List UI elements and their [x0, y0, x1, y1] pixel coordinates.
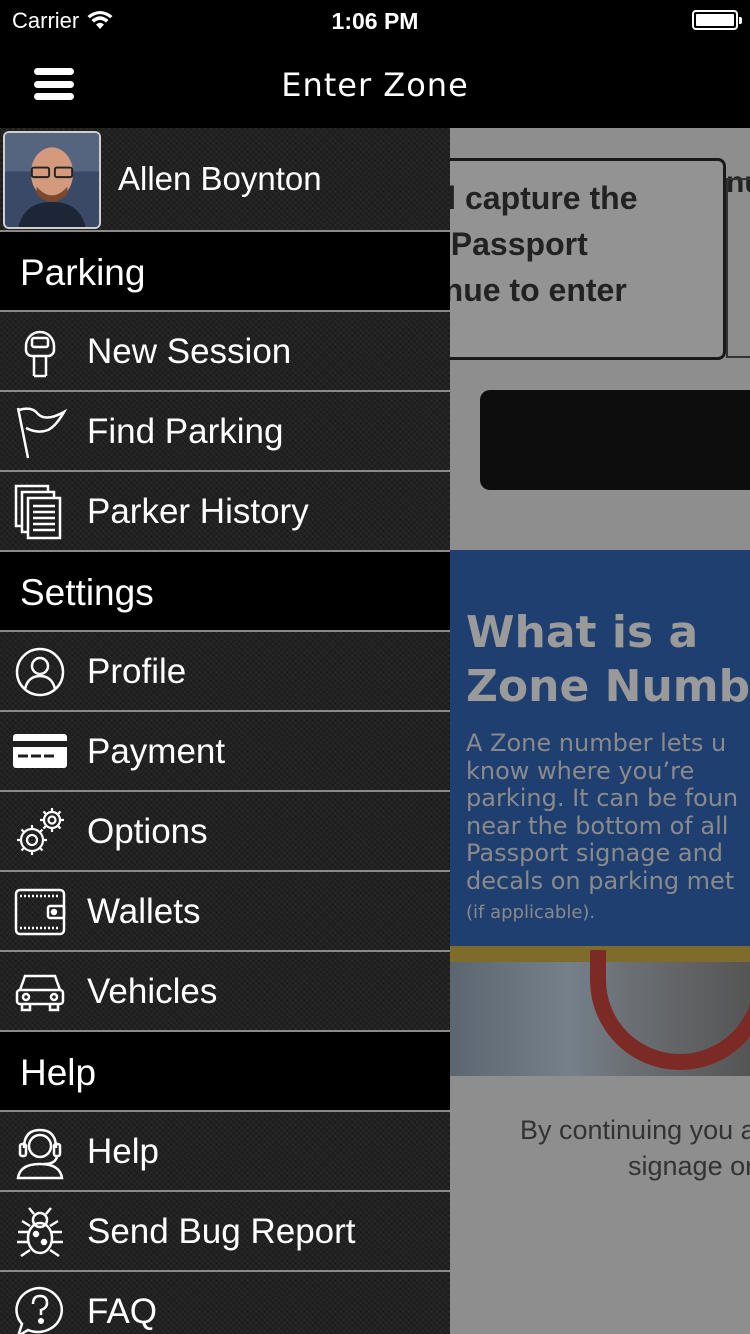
menu-item-faq[interactable]: FAQ: [0, 1272, 450, 1334]
menu-item-label: New Session: [87, 332, 292, 371]
footer-line: By continuing you a: [520, 1115, 750, 1145]
section-label: Settings: [20, 572, 154, 613]
menu-item-profile[interactable]: Profile: [0, 632, 450, 712]
background-side-box: [726, 178, 750, 358]
navigation-bar: Enter Zone: [0, 40, 750, 128]
avatar: [3, 131, 101, 229]
menu-item-label: Help: [87, 1132, 159, 1171]
section-label: Help: [20, 1052, 97, 1093]
wallet-icon: [10, 882, 70, 942]
banner-body: A Zone number lets u know where you’re p…: [466, 729, 739, 895]
section-header-settings: Settings: [0, 552, 450, 632]
user-profile-row[interactable]: Allen Boynton: [0, 128, 450, 232]
menu-item-vehicles[interactable]: Vehicles: [0, 952, 450, 1032]
question-bubble-icon: [10, 1282, 70, 1334]
card-line: tual Passport: [450, 226, 588, 262]
menu-item-label: Parker History: [87, 492, 309, 531]
banner-heading-line: What is a: [466, 607, 699, 658]
menu-item-parker-history[interactable]: Parker History: [0, 472, 450, 552]
zone-number-banner: What is a Zone Numbe A Zone number lets …: [450, 550, 750, 1076]
menu-item-label: Profile: [87, 652, 187, 691]
user-name: Allen Boynton: [118, 160, 322, 197]
card-line: ontinue to enter: [450, 272, 627, 308]
avatar-photo: [5, 133, 99, 227]
menu-item-payment[interactable]: Payment: [0, 712, 450, 792]
menu-item-options[interactable]: Options: [0, 792, 450, 872]
menu-item-label: Wallets: [87, 892, 201, 931]
banner-body-line: near the bottom of all: [466, 811, 729, 840]
menu-item-label: Find Parking: [87, 412, 284, 451]
section-header-help: Help: [0, 1032, 450, 1112]
menu-item-label: Vehicles: [87, 972, 218, 1011]
bug-icon: [10, 1202, 70, 1262]
menu-item-new-session[interactable]: New Session: [0, 312, 450, 392]
menu-item-send-bug-report[interactable]: Send Bug Report: [0, 1192, 450, 1272]
menu-item-label: Send Bug Report: [87, 1212, 356, 1251]
page-title: Enter Zone: [281, 66, 469, 104]
section-header-parking: Parking: [0, 232, 450, 312]
banner-body-line: decals on parking met: [466, 866, 735, 895]
footer-line: signage or: [628, 1151, 750, 1181]
section-label: Parking: [20, 252, 146, 293]
menu-item-wallets[interactable]: Wallets: [0, 872, 450, 952]
card-line: t will capture the: [450, 180, 638, 216]
parking-meter-icon: [10, 322, 70, 382]
battery-icon: [692, 10, 742, 30]
status-time: 1:06 PM: [331, 8, 419, 34]
background-content[interactable]: nu t will capture the tual Passport onti…: [450, 128, 750, 1334]
banner-heading-line: Zone Numbe: [466, 661, 750, 712]
menu-item-label: Payment: [87, 732, 226, 771]
flag-icon: [10, 402, 70, 462]
banner-body-line: A Zone number lets u: [466, 729, 727, 757]
menu-item-label: Options: [87, 812, 208, 851]
car-icon: [10, 962, 70, 1022]
banner-body-line: Passport signage and: [466, 839, 724, 867]
menu-item-label: FAQ: [87, 1292, 158, 1331]
banner-body-line: know where you’re: [466, 756, 695, 785]
banner-body-line: parking. It can be foun: [466, 784, 739, 812]
headset-support-icon: [10, 1122, 70, 1182]
credit-card-icon: [10, 722, 70, 782]
gears-icon: [10, 802, 70, 862]
status-bar: Carrier 1:06 PM: [0, 0, 750, 40]
menu-item-help[interactable]: Help: [0, 1112, 450, 1192]
banner-heading: What is a Zone Numbe: [466, 606, 750, 714]
background-info-card: t will capture the tual Passport ontinue…: [450, 158, 726, 360]
menu-item-find-parking[interactable]: Find Parking: [0, 392, 450, 472]
card-line: s.: [450, 313, 711, 359]
background-zone-input[interactable]: [480, 390, 750, 490]
user-circle-icon: [10, 642, 70, 702]
documents-icon: [10, 482, 70, 542]
banner-note: (if applicable).: [466, 902, 596, 923]
side-drawer-menu: Allen Boynton Parking New Session Find P…: [0, 128, 450, 1334]
